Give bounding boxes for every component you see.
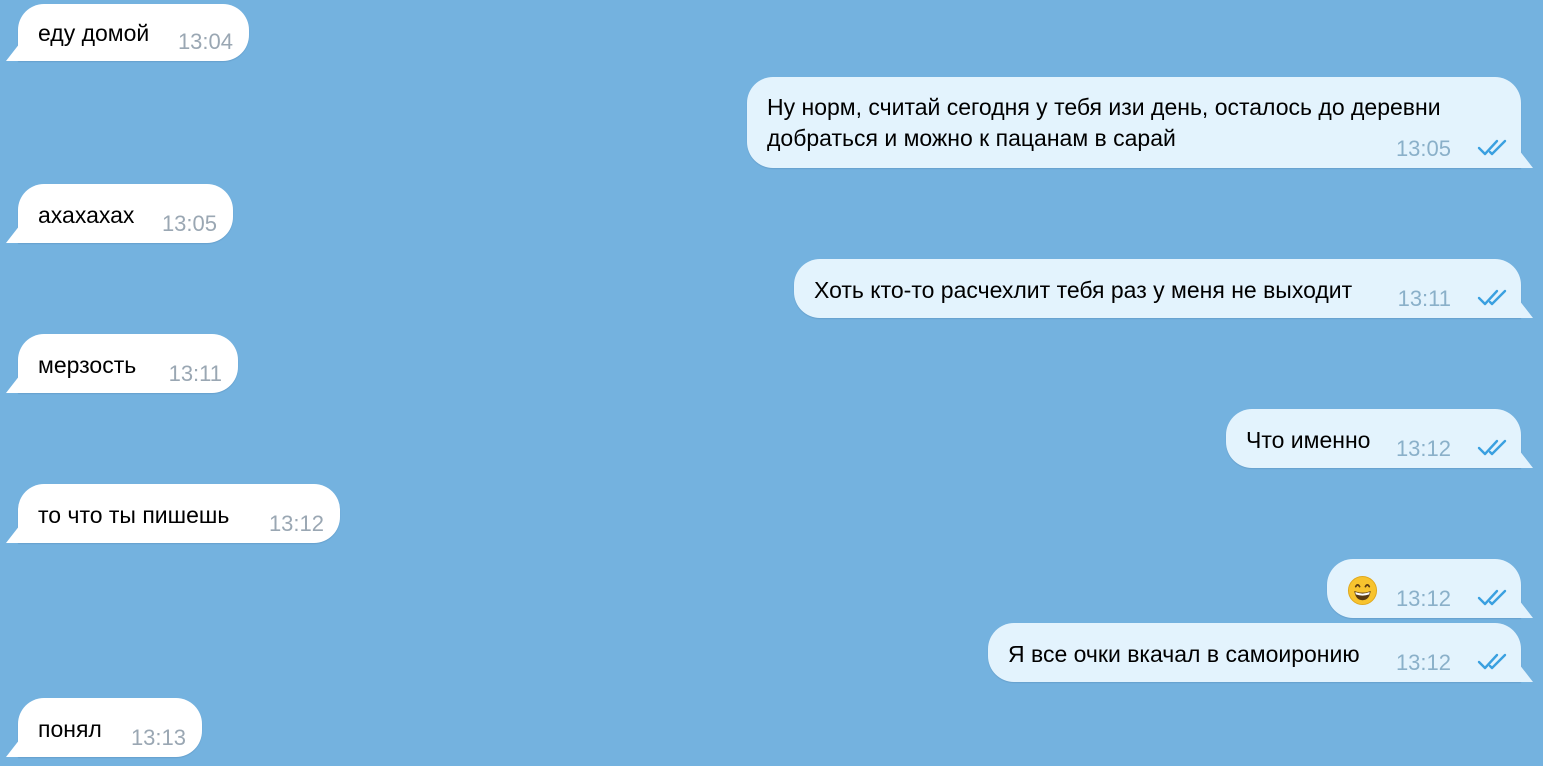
message-bubble-outgoing[interactable]: Ну норм, считай сегодня у тебя изи день,…: [747, 77, 1521, 168]
message-text: Ну норм, считай сегодня у тебя изи день,…: [767, 94, 1441, 151]
message-text: Что именно: [1246, 427, 1371, 453]
message-text: то что ты пишешь: [38, 502, 230, 528]
message-time: 13:12: [1395, 650, 1451, 675]
message-bubble-incoming[interactable]: мерзость 13:11: [18, 334, 238, 393]
message-bubble-outgoing[interactable]: Хоть кто-то расчехлит тебя раз у меня не…: [794, 259, 1521, 318]
message-time: 13:05: [161, 211, 217, 236]
message-bubble-outgoing[interactable]: 13:12: [1327, 559, 1521, 618]
grinning-face-icon: [1347, 575, 1378, 606]
message-text: еду домой: [38, 20, 150, 46]
chat-message-area[interactable]: еду домой 13:04 Ну норм, считай сегодня …: [0, 0, 1543, 766]
message-time: 13:12: [1395, 436, 1451, 461]
double-check-icon: [1477, 139, 1507, 156]
message-time: 13:11: [168, 361, 222, 386]
message-time: 13:04: [177, 29, 233, 54]
message-time: 13:05: [1395, 136, 1451, 161]
message-text: ахахахах: [38, 202, 135, 228]
message-time: 13:11: [1397, 286, 1451, 311]
message-text: мерзость: [38, 352, 137, 378]
message-time: 13:12: [268, 511, 324, 536]
double-check-icon: [1477, 589, 1507, 606]
message-text: Хоть кто-то расчехлит тебя раз у меня не…: [814, 277, 1353, 303]
double-check-icon: [1477, 439, 1507, 456]
message-text: понял: [38, 716, 102, 742]
message-bubble-incoming[interactable]: еду домой 13:04: [18, 4, 249, 61]
message-text: Я все очки вкачал в самоиронию: [1008, 641, 1360, 667]
message-bubble-incoming[interactable]: понял 13:13: [18, 698, 202, 757]
message-time: 13:13: [130, 725, 186, 750]
message-bubble-outgoing[interactable]: Что именно 13:12: [1226, 409, 1521, 468]
message-bubble-incoming[interactable]: то что ты пишешь 13:12: [18, 484, 340, 543]
double-check-icon: [1477, 289, 1507, 306]
message-bubble-incoming[interactable]: ахахахах 13:05: [18, 184, 233, 243]
message-bubble-outgoing[interactable]: Я все очки вкачал в самоиронию 13:12: [988, 623, 1521, 682]
message-time: 13:12: [1395, 586, 1451, 611]
double-check-icon: [1477, 653, 1507, 670]
